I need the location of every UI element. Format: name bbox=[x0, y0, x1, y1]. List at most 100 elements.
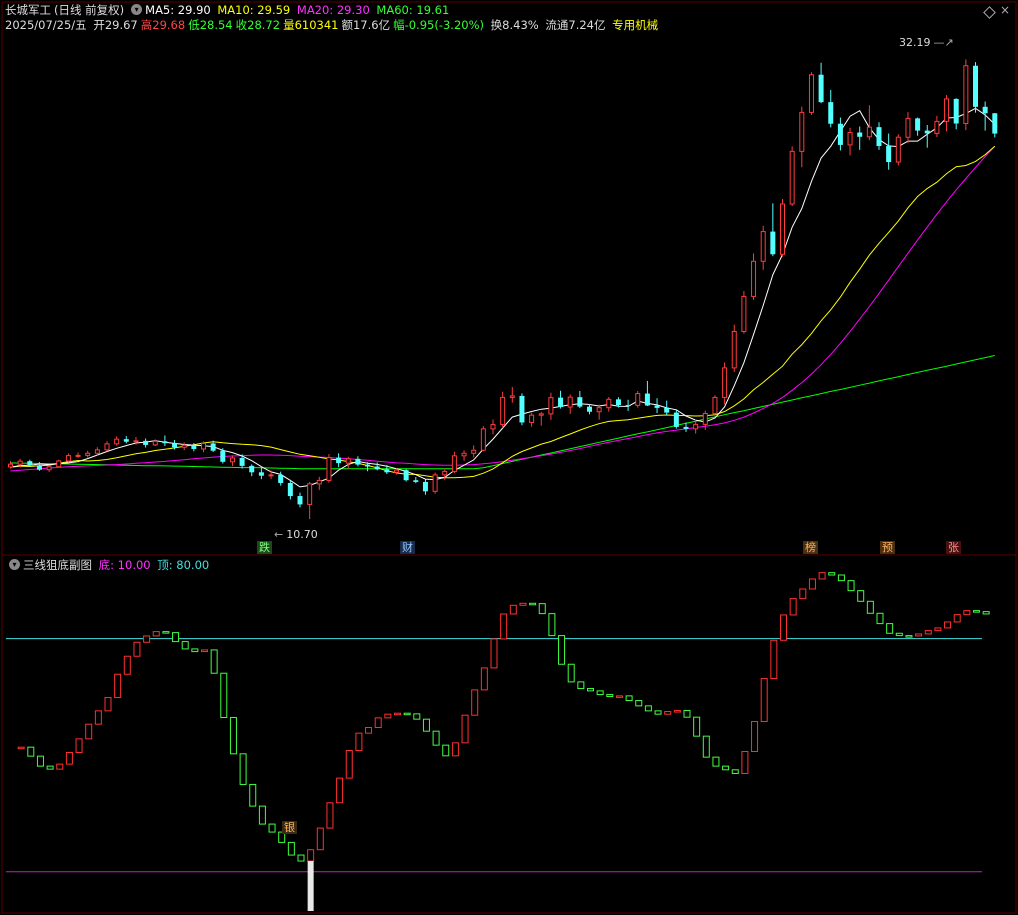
candle bbox=[857, 126, 863, 150]
oscillator-bar bbox=[258, 805, 266, 825]
candle-body bbox=[27, 461, 33, 466]
candle-body bbox=[789, 150, 795, 205]
candle-body bbox=[365, 464, 371, 467]
subchart-title[interactable]: 三线狙底副图 bbox=[23, 558, 92, 572]
oscillator-bar bbox=[567, 663, 575, 683]
ma10-label: MA10: 29.59 bbox=[217, 3, 291, 17]
signal-bar bbox=[307, 861, 314, 911]
oscillator-bar bbox=[886, 623, 894, 634]
candle-body bbox=[442, 470, 448, 476]
candle bbox=[461, 450, 467, 461]
open-label: 开29.67 bbox=[93, 18, 138, 32]
oscillator-bar bbox=[731, 769, 739, 774]
candle bbox=[847, 127, 853, 156]
oscillator-bar bbox=[56, 763, 64, 770]
oscillator-bar bbox=[220, 672, 228, 719]
oscillator-bar bbox=[287, 841, 295, 856]
candle bbox=[722, 362, 728, 405]
chevron-down-icon[interactable]: ▾ bbox=[9, 559, 20, 570]
float-label: 流通7.24亿 bbox=[545, 18, 606, 32]
candle bbox=[104, 441, 110, 452]
oscillator-bar bbox=[133, 641, 141, 657]
oscillator-bar bbox=[615, 695, 623, 698]
candle-body bbox=[963, 65, 969, 125]
candle bbox=[944, 95, 950, 132]
marker-forecast[interactable]: 预 bbox=[880, 541, 895, 554]
oscillator-bar bbox=[249, 783, 257, 807]
marker-ranking[interactable]: 榜 bbox=[803, 541, 818, 554]
ma60-label: MA60: 19.61 bbox=[376, 3, 450, 17]
candle bbox=[451, 451, 457, 474]
oscillator-bar bbox=[17, 746, 25, 750]
candle-body bbox=[268, 474, 274, 477]
oscillator-bar bbox=[982, 611, 990, 615]
candle bbox=[432, 472, 438, 494]
candle-body bbox=[123, 439, 129, 442]
candle-body bbox=[915, 118, 921, 131]
candle bbox=[789, 146, 795, 207]
oscillator-bar bbox=[65, 751, 73, 765]
oscillator-bar bbox=[201, 649, 208, 653]
candle bbox=[548, 392, 554, 420]
candle bbox=[780, 199, 785, 257]
oscillator-bar bbox=[94, 710, 102, 725]
oscillator-bar bbox=[673, 710, 681, 713]
oscillator-bar bbox=[741, 750, 749, 774]
candle bbox=[85, 450, 91, 458]
oscillator-bar bbox=[307, 849, 315, 862]
oscillator-bar bbox=[75, 738, 83, 753]
stock-name[interactable]: 长城军工 bbox=[5, 3, 51, 17]
oscillator-bar bbox=[828, 572, 836, 576]
candle-body bbox=[229, 457, 235, 463]
candle-body bbox=[731, 331, 737, 369]
chart-mode: (日线 前复权) bbox=[54, 3, 125, 17]
oscillator-bar bbox=[471, 689, 479, 716]
oscillator-bar bbox=[162, 631, 170, 634]
marker-limit-up[interactable]: 张 bbox=[946, 541, 961, 554]
oscillator-bar bbox=[85, 723, 93, 740]
oscillator-bar bbox=[751, 721, 759, 752]
oscillator-bar bbox=[606, 694, 614, 698]
oscillator-bar bbox=[644, 705, 652, 712]
candle-body bbox=[152, 440, 158, 446]
candle-body bbox=[413, 480, 419, 482]
candle bbox=[915, 117, 921, 136]
marker-fall[interactable]: 跌 bbox=[257, 541, 272, 554]
candle bbox=[876, 122, 882, 150]
close-icon[interactable]: × bbox=[1000, 2, 1010, 18]
candle-body bbox=[480, 428, 486, 451]
candle-body bbox=[162, 441, 168, 444]
candle bbox=[75, 452, 81, 458]
candle-body bbox=[837, 123, 843, 145]
candle-body bbox=[702, 412, 708, 425]
marker-silver[interactable]: 银 bbox=[282, 821, 297, 834]
chevron-down-icon[interactable]: ▾ bbox=[131, 4, 143, 15]
volume-label: 量610341 bbox=[283, 18, 339, 32]
oscillator-bar bbox=[413, 713, 421, 720]
candle bbox=[201, 441, 206, 453]
candle-body bbox=[461, 452, 467, 457]
oscillator-bar bbox=[365, 727, 373, 734]
oscillator-bar bbox=[818, 572, 826, 580]
oscillator-bar bbox=[46, 765, 54, 770]
candle bbox=[56, 459, 62, 468]
candle-body bbox=[85, 452, 91, 456]
candle-body bbox=[17, 460, 23, 465]
change-label: 幅-0.95(-3.20%) bbox=[393, 18, 485, 32]
candle bbox=[770, 203, 776, 257]
header-line-1: 长城军工 (日线 前复权) ▾ MA5: 29.90 MA10: 29.59 MA20… bbox=[5, 2, 452, 18]
candle bbox=[413, 477, 419, 484]
candle-body bbox=[75, 454, 81, 457]
oscillator-bar bbox=[316, 827, 324, 851]
candle-body bbox=[307, 483, 313, 505]
oscillator-bar bbox=[876, 612, 884, 625]
candle bbox=[297, 492, 303, 508]
marker-finance[interactable]: 财 bbox=[400, 541, 415, 554]
sector-label[interactable]: 专用机械 bbox=[612, 18, 658, 32]
candle-body bbox=[355, 458, 361, 465]
candle bbox=[326, 454, 332, 483]
ma5-label: MA5: 29.90 bbox=[145, 3, 211, 17]
candle bbox=[635, 390, 641, 408]
oscillator-bar bbox=[538, 603, 546, 615]
ma5-line bbox=[10, 107, 996, 488]
